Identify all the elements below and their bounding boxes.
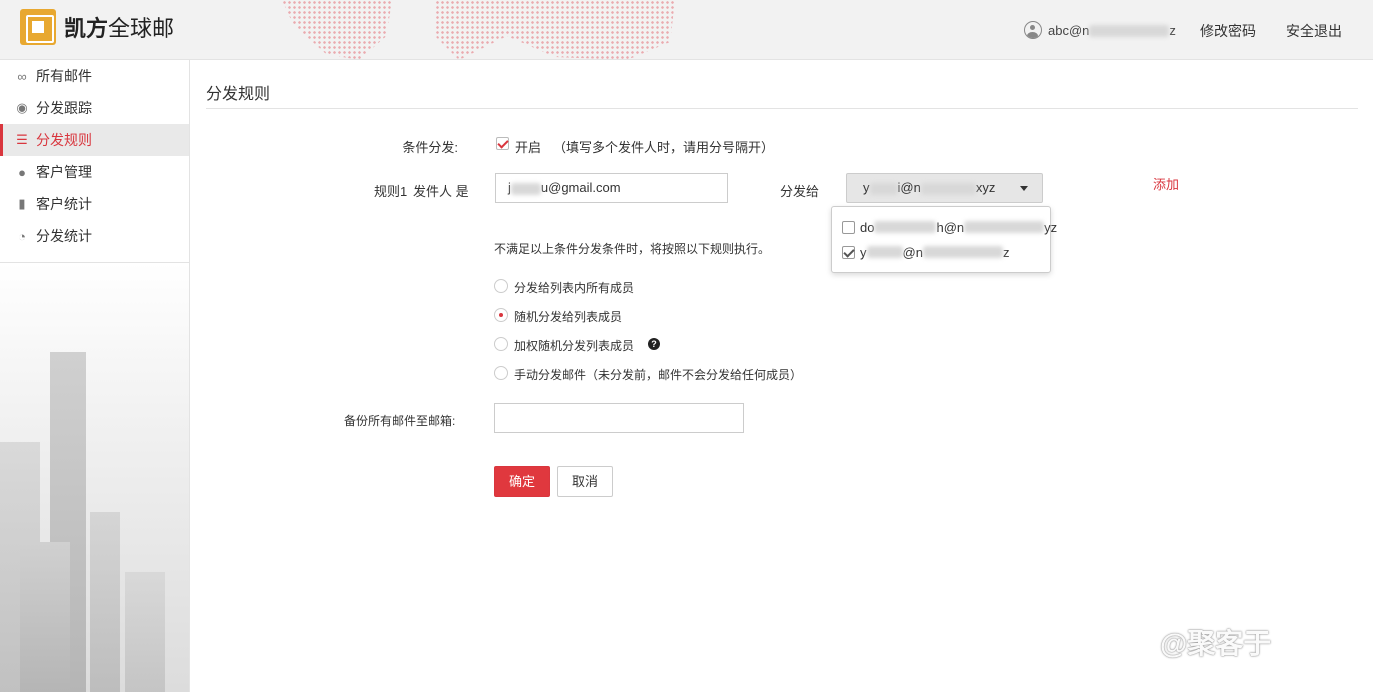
option-checkbox[interactable] bbox=[842, 220, 855, 234]
list-icon: ☰ bbox=[16, 132, 28, 147]
brand-logo[interactable]: 凯方全球邮 bbox=[20, 9, 174, 45]
radio-manual-label: 手动分发邮件（未分发前，邮件不会分发给任何成员） bbox=[514, 368, 803, 382]
city-skyline-decoration bbox=[0, 262, 189, 692]
distribute-to-dropdown: do h@n yz y @n z bbox=[831, 206, 1057, 273]
world-map-decoration bbox=[282, 0, 392, 60]
backup-email-input[interactable] bbox=[494, 403, 744, 433]
brand-name: 凯方全球邮 bbox=[64, 16, 175, 41]
sender-input[interactable]: j u@gmail.com bbox=[495, 173, 728, 203]
sidebar-item-customer-stats[interactable]: ▮ 客户统计 bbox=[0, 188, 189, 220]
sidebar-divider bbox=[0, 262, 189, 263]
radio-random[interactable] bbox=[494, 308, 508, 322]
sidebar-item-rules[interactable]: ☰ 分发规则 bbox=[0, 124, 189, 156]
user-icon: ● bbox=[18, 164, 26, 180]
top-bar: 凯方全球邮 abc@n z 修改密码 安全退出 bbox=[0, 0, 1373, 60]
bar-chart-icon: ▮ bbox=[18, 196, 26, 211]
radio-random-label: 随机分发给列表成员 bbox=[514, 310, 623, 324]
sidebar: ∞ 所有邮件 ◉ 分发跟踪 ☰ 分发规则 ● 客户管理 ▮ 客户统计 ◔ 分发统计 bbox=[0, 60, 190, 692]
radio-all-members[interactable] bbox=[494, 279, 508, 293]
radio-weighted-random-label: 加权随机分发列表成员 bbox=[514, 339, 635, 353]
help-icon[interactable]: ? bbox=[648, 338, 660, 350]
pie-chart-icon: ◔ bbox=[18, 228, 26, 244]
chevron-down-icon bbox=[1020, 186, 1028, 191]
radio-manual[interactable] bbox=[494, 366, 508, 380]
world-map-decoration bbox=[435, 0, 675, 60]
cancel-button[interactable]: 取消 bbox=[557, 466, 613, 497]
logo-icon bbox=[20, 9, 56, 45]
distribute-to-label: 分发给 bbox=[780, 184, 820, 199]
radio-all-members-label: 分发给列表内所有成员 bbox=[514, 281, 635, 295]
infinity-icon: ∞ bbox=[17, 68, 27, 84]
option-checkbox[interactable] bbox=[842, 245, 855, 259]
watermark: @聚客于 bbox=[1160, 628, 1272, 659]
condition-enabled-label: 开启 bbox=[515, 140, 542, 155]
sender-label: 发件人 是 bbox=[413, 184, 469, 199]
fallback-text: 不满足以上条件分发条件时，将按照以下规则执行。 bbox=[494, 242, 771, 256]
user-email: abc@n z bbox=[1048, 22, 1176, 38]
sidebar-item-tracking[interactable]: ◉ 分发跟踪 bbox=[0, 92, 189, 124]
sidebar-item-all-mail[interactable]: ∞ 所有邮件 bbox=[0, 60, 189, 92]
radio-weighted-random[interactable] bbox=[494, 337, 508, 351]
backup-label: 备份所有邮件至邮箱: bbox=[344, 414, 456, 428]
rule-label: 规则1 bbox=[374, 184, 408, 199]
condition-label: 条件分发: bbox=[402, 140, 458, 155]
change-password-link[interactable]: 修改密码 bbox=[1200, 21, 1256, 41]
condition-hint: （填写多个发件人时，请用分号隔开） bbox=[553, 140, 775, 155]
distribute-to-select[interactable]: y i@n xyz bbox=[846, 173, 1043, 203]
logout-link[interactable]: 安全退出 bbox=[1286, 21, 1342, 41]
dropdown-option[interactable]: do h@n yz bbox=[842, 217, 1057, 237]
user-account[interactable]: abc@n z bbox=[1024, 21, 1176, 39]
sidebar-item-customers[interactable]: ● 客户管理 bbox=[0, 156, 189, 188]
page-title: 分发规则 bbox=[206, 86, 271, 103]
user-avatar-icon bbox=[1024, 21, 1042, 39]
sidebar-item-distribution-stats[interactable]: ◔ 分发统计 bbox=[0, 220, 189, 252]
dropdown-option[interactable]: y @n z bbox=[842, 242, 1009, 262]
confirm-button[interactable]: 确定 bbox=[494, 466, 550, 497]
title-divider bbox=[206, 108, 1358, 109]
eye-icon: ◉ bbox=[16, 100, 28, 115]
add-rule-link[interactable]: 添加 bbox=[1153, 174, 1179, 193]
condition-enabled-checkbox[interactable] bbox=[496, 137, 509, 150]
